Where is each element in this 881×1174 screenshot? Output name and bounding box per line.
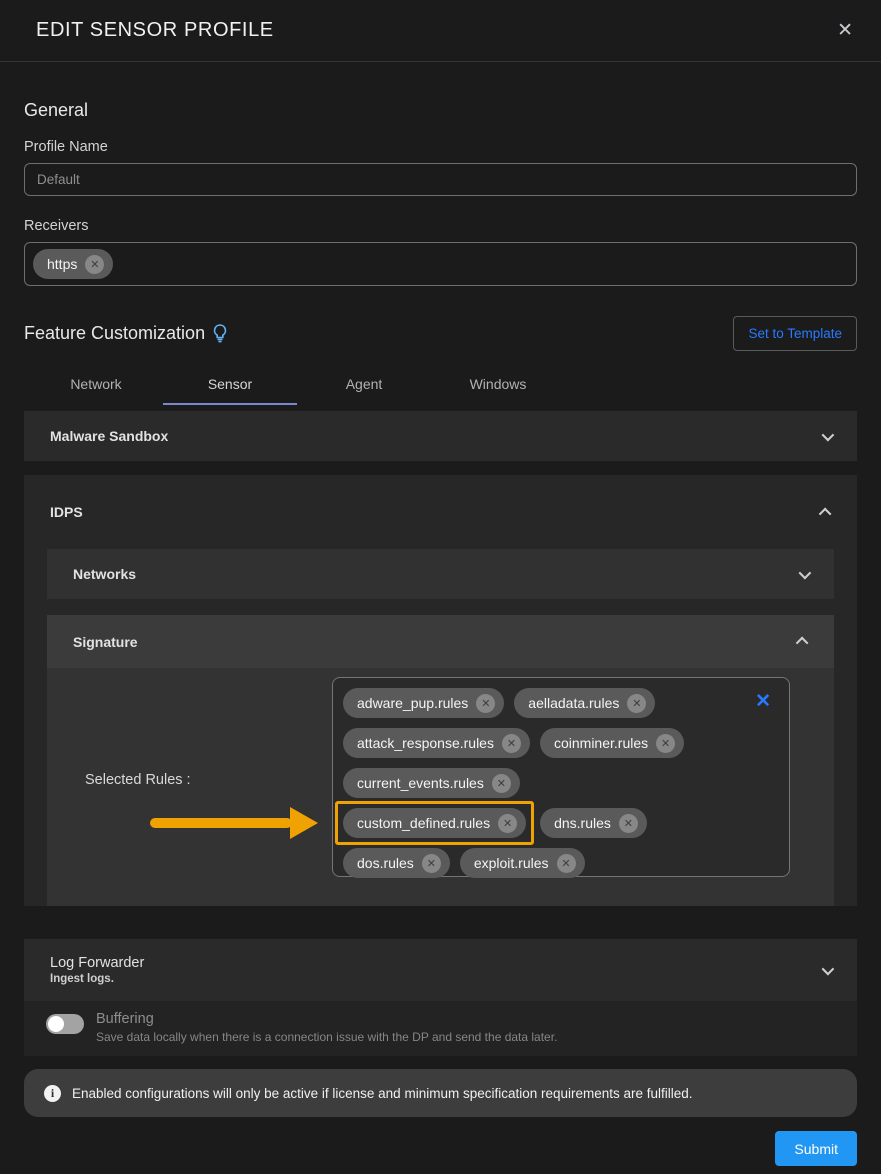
remove-icon[interactable]: ✕ bbox=[656, 734, 675, 753]
tab-windows[interactable]: Windows bbox=[431, 365, 565, 405]
rule-chip-label: dns.rules bbox=[554, 815, 611, 831]
tab-network[interactable]: Network bbox=[29, 365, 163, 405]
highlight-arrow bbox=[150, 807, 318, 839]
rule-chip-label: current_events.rules bbox=[357, 775, 484, 791]
rule-chip: exploit.rules ✕ bbox=[460, 848, 585, 878]
dialog-header: EDIT SENSOR PROFILE ✕ bbox=[0, 0, 881, 62]
rules-row: dos.rules ✕ exploit.rules ✕ bbox=[343, 848, 733, 878]
idps-title: IDPS bbox=[50, 504, 83, 520]
dialog-title: EDIT SENSOR PROFILE bbox=[36, 19, 274, 42]
remove-icon[interactable]: ✕ bbox=[476, 694, 495, 713]
rule-chip-label: custom_defined.rules bbox=[357, 815, 490, 831]
rule-chip: coinminer.rules ✕ bbox=[540, 728, 684, 758]
info-banner: i Enabled configurations will only be ac… bbox=[24, 1069, 857, 1117]
signature-body: Selected Rules : adware_pup.rules✕aellad… bbox=[47, 668, 834, 906]
accordion-idps[interactable]: IDPS bbox=[24, 475, 857, 549]
receivers-label: Receivers bbox=[24, 218, 857, 234]
general-section-title: General bbox=[24, 100, 857, 121]
profile-name-input[interactable] bbox=[24, 163, 857, 196]
rule-chip-label: attack_response.rules bbox=[357, 735, 494, 751]
buffering-label: Buffering bbox=[96, 1011, 557, 1027]
selected-rules-input[interactable]: adware_pup.rules✕aelladata.rules✕attack_… bbox=[332, 677, 790, 877]
info-banner-text: Enabled configurations will only be acti… bbox=[72, 1086, 693, 1101]
buffering-description: Save data locally when there is a connec… bbox=[96, 1030, 557, 1044]
remove-icon[interactable]: ✕ bbox=[422, 854, 441, 873]
accordion-log-forwarder[interactable]: Log Forwarder Ingest logs. bbox=[24, 939, 857, 1001]
receivers-input[interactable]: https ✕ bbox=[24, 242, 857, 286]
submit-button[interactable]: Submit bbox=[775, 1131, 857, 1166]
highlight-box: custom_defined.rules ✕ bbox=[335, 801, 534, 845]
rule-chip: attack_response.rules ✕ bbox=[343, 728, 530, 758]
accordion-signature[interactable]: Signature bbox=[47, 615, 834, 668]
profile-name-label: Profile Name bbox=[24, 139, 857, 155]
accordion-malware-sandbox[interactable]: Malware Sandbox bbox=[24, 411, 857, 461]
clear-rules-icon[interactable]: ✕ bbox=[755, 692, 771, 711]
buffering-toggle[interactable] bbox=[46, 1014, 84, 1034]
signature-title: Signature bbox=[73, 634, 138, 650]
rule-chip: dns.rules ✕ bbox=[540, 808, 647, 838]
rules-row: adware_pup.rules ✕ aelladata.rules ✕ bbox=[343, 688, 733, 718]
tab-sensor[interactable]: Sensor bbox=[163, 365, 297, 405]
receiver-chip-label: https bbox=[47, 256, 77, 272]
rule-chip-label: exploit.rules bbox=[474, 855, 549, 871]
log-forwarder-title: Log Forwarder bbox=[50, 955, 144, 971]
feature-tabs: NetworkSensorAgentWindows bbox=[29, 365, 857, 405]
chevron-down-icon bbox=[822, 962, 835, 975]
rule-chip-label: dos.rules bbox=[357, 855, 414, 871]
rule-chip-label: adware_pup.rules bbox=[357, 695, 468, 711]
set-to-template-button[interactable]: Set to Template bbox=[733, 316, 857, 351]
rule-chip: current_events.rules ✕ bbox=[343, 768, 520, 798]
malware-sandbox-title: Malware Sandbox bbox=[50, 428, 168, 444]
lightbulb-icon bbox=[213, 324, 227, 343]
log-forwarder-subtitle: Ingest logs. bbox=[50, 973, 144, 985]
rule-chip: adware_pup.rules ✕ bbox=[343, 688, 504, 718]
info-icon: i bbox=[44, 1085, 61, 1102]
rules-row: attack_response.rules ✕ coinminer.rules ✕ bbox=[343, 728, 733, 758]
chevron-down-icon bbox=[799, 566, 812, 579]
accordion-idps-panel: IDPS Networks Signature Selected Rules : bbox=[24, 475, 857, 906]
feature-customization-title: Feature Customization bbox=[24, 323, 205, 344]
edit-sensor-profile-dialog: EDIT SENSOR PROFILE ✕ General Profile Na… bbox=[0, 0, 881, 1174]
chevron-up-icon bbox=[819, 507, 832, 520]
accordion-networks[interactable]: Networks bbox=[47, 549, 834, 599]
rules-row: custom_defined.rules ✕ dns.rules ✕ bbox=[343, 808, 733, 838]
buffering-row: Buffering Save data locally when there i… bbox=[24, 1001, 857, 1056]
remove-icon[interactable]: ✕ bbox=[619, 814, 638, 833]
remove-icon[interactable]: ✕ bbox=[85, 255, 104, 274]
rule-chip-label: aelladata.rules bbox=[528, 695, 619, 711]
chevron-up-icon bbox=[796, 637, 809, 650]
chevron-down-icon bbox=[822, 428, 835, 441]
remove-icon[interactable]: ✕ bbox=[498, 814, 517, 833]
networks-title: Networks bbox=[73, 566, 136, 582]
close-icon[interactable]: ✕ bbox=[833, 17, 857, 44]
remove-icon[interactable]: ✕ bbox=[627, 694, 646, 713]
remove-icon[interactable]: ✕ bbox=[557, 854, 576, 873]
receiver-chip: https ✕ bbox=[33, 249, 113, 279]
rule-chip: dos.rules ✕ bbox=[343, 848, 450, 878]
remove-icon[interactable]: ✕ bbox=[492, 774, 511, 793]
rule-chip: aelladata.rules ✕ bbox=[514, 688, 655, 718]
rule-chip-label: coinminer.rules bbox=[554, 735, 648, 751]
remove-icon[interactable]: ✕ bbox=[502, 734, 521, 753]
rule-chip: custom_defined.rules ✕ bbox=[343, 808, 526, 838]
rules-row: current_events.rules ✕ bbox=[343, 768, 733, 798]
tab-agent[interactable]: Agent bbox=[297, 365, 431, 405]
